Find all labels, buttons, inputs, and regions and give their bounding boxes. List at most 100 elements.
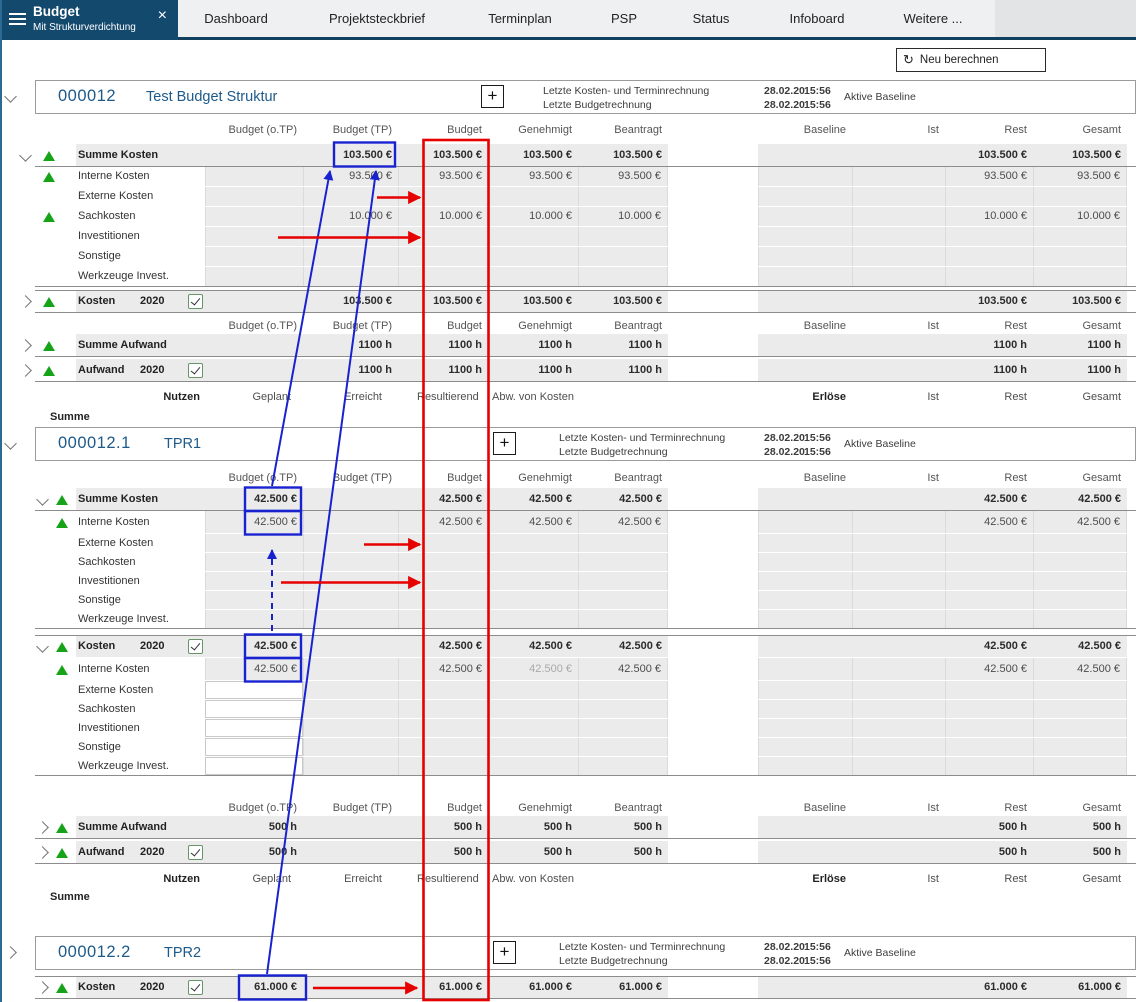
cell-tp <box>303 738 398 756</box>
chevron-right-icon[interactable] <box>19 364 32 377</box>
cell-bean <box>578 187 668 206</box>
cell-otp[interactable] <box>205 681 303 699</box>
budget-app-window: DashboardProjektsteckbriefTerminplanPSPS… <box>0 0 1136 1002</box>
column-header: Genehmigt <box>488 800 572 816</box>
add-button[interactable]: + <box>493 432 516 455</box>
chevron-down-icon[interactable] <box>19 149 32 162</box>
checkbox[interactable] <box>188 294 203 309</box>
cell-base <box>758 572 852 590</box>
cell-gen: 500 h <box>488 841 578 863</box>
cell-rest: 103.500 € <box>945 290 1033 312</box>
table-row: Werkzeuge Invest. <box>0 610 1136 629</box>
row-label: Aufwand <box>78 841 124 863</box>
cell-tp: 103.500 € <box>303 144 398 166</box>
cell-otp[interactable] <box>205 719 303 737</box>
cell-bud: 42.500 € <box>398 658 488 680</box>
cell-otp <box>205 207 303 226</box>
cell-otp[interactable] <box>205 757 303 775</box>
cell-ges <box>1033 757 1127 775</box>
cell-rest: 10.000 € <box>945 207 1033 226</box>
cell-bud: 42.500 € <box>398 488 488 510</box>
checkbox[interactable] <box>188 363 203 378</box>
cell-gen: 10.000 € <box>488 207 578 226</box>
cell-ist <box>852 591 945 609</box>
active-baseline-label: Aktive Baseline <box>844 937 916 969</box>
table-row: Kosten2020103.500 €103.500 €103.500 €103… <box>0 290 1136 313</box>
chevron-right-icon[interactable] <box>19 295 32 308</box>
chevron-right-icon[interactable] <box>36 981 49 994</box>
table-row: Investitionen <box>0 572 1136 591</box>
cell-otp: 42.500 € <box>205 635 303 657</box>
chevron-right-icon[interactable] <box>19 339 32 352</box>
cell-tp <box>303 553 398 571</box>
menu-icon[interactable] <box>9 13 26 28</box>
cell-base <box>758 719 852 737</box>
cell-base <box>758 700 852 718</box>
cell-otp[interactable] <box>205 700 303 718</box>
add-button[interactable]: + <box>493 941 516 964</box>
cell-otp <box>205 187 303 206</box>
trend-up-icon <box>56 518 68 528</box>
cell-ist <box>852 757 945 775</box>
chevron-down-icon[interactable] <box>4 90 17 103</box>
cell-bean: 42.500 € <box>578 658 668 680</box>
row-separator <box>35 775 1136 776</box>
row-separator <box>35 838 1136 839</box>
row-year: 2020 <box>140 359 164 381</box>
cell-ist <box>852 167 945 186</box>
benefit-column-header: Erreicht <box>292 390 382 405</box>
checkbox[interactable] <box>188 980 203 995</box>
chevron-down-icon[interactable] <box>36 640 49 653</box>
cell-base <box>758 658 852 680</box>
chevron-right-icon[interactable] <box>36 846 49 859</box>
cell-ist <box>852 553 945 571</box>
benefit-column-header: Geplant <box>201 872 291 887</box>
cell-gen <box>488 267 578 286</box>
active-tab-budget[interactable]: Budget Mit Strukturverdichtung × <box>0 0 178 40</box>
cell-otp[interactable] <box>205 738 303 756</box>
cell-otp: 61.000 € <box>205 976 303 998</box>
cell-bud <box>398 553 488 571</box>
close-icon[interactable]: × <box>158 8 167 24</box>
project-header: 000012.1TPR1+Letzte Kosten- und Terminre… <box>35 427 1136 461</box>
cell-bud <box>398 247 488 266</box>
table-row: Interne Kosten42.500 €42.500 €42.500 €42… <box>0 511 1136 534</box>
cell-base <box>758 187 852 206</box>
cell-gen <box>488 681 578 699</box>
cell-ist <box>852 610 945 628</box>
add-button[interactable]: + <box>481 85 504 108</box>
cell-bud <box>398 227 488 246</box>
cell-gen <box>488 553 578 571</box>
chevron-right-icon[interactable] <box>4 946 17 959</box>
last-cost-calc-date: 28.02.20 <box>764 85 805 97</box>
chevron-right-icon[interactable] <box>36 821 49 834</box>
column-header: Ist <box>852 318 939 334</box>
cell-otp: 500 h <box>205 841 303 863</box>
trend-up-icon <box>43 297 55 307</box>
cell-tp <box>303 187 398 206</box>
row-label: Externe Kosten <box>78 187 153 206</box>
column-header: Budget (TP) <box>303 122 392 138</box>
cell-bean <box>578 591 668 609</box>
row-label: Sonstige <box>78 247 121 266</box>
column-header: Rest <box>945 318 1027 334</box>
row-label: Externe Kosten <box>78 681 153 699</box>
row-label: Investitionen <box>78 572 140 590</box>
last-budget-calc-label: Letzte Budgetrechnung <box>559 955 668 967</box>
row-label: Kosten <box>78 976 115 998</box>
window-left-edge <box>0 0 2 1002</box>
row-label: Sachkosten <box>78 553 135 571</box>
cell-ges <box>1033 591 1127 609</box>
cell-bud: 42.500 € <box>398 635 488 657</box>
chevron-down-icon[interactable] <box>36 493 49 506</box>
chevron-down-icon[interactable] <box>4 437 17 450</box>
row-label: Summe Aufwand <box>78 334 167 356</box>
column-header: Genehmigt <box>488 318 572 334</box>
benefit-column-header: Rest <box>937 872 1027 887</box>
last-budget-calc-label: Letzte Budgetrechnung <box>559 446 668 458</box>
project-id: 000012.2 <box>58 943 131 962</box>
cell-gen: 500 h <box>488 816 578 838</box>
checkbox[interactable] <box>188 845 203 860</box>
cell-rest <box>945 267 1033 286</box>
checkbox[interactable] <box>188 639 203 654</box>
